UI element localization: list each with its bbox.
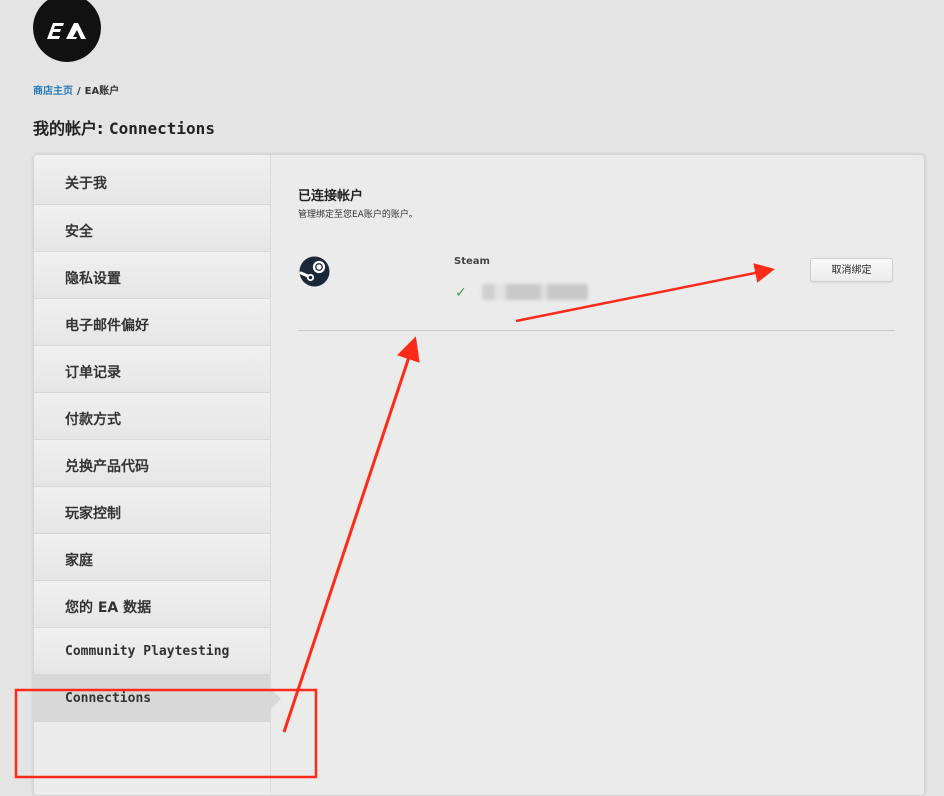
sidebar-item-about-me[interactable]: 关于我 — [34, 155, 270, 205]
unlink-steam-button[interactable]: 取消绑定 — [810, 258, 893, 282]
sidebar-item-player-controls[interactable]: 玩家控制 — [34, 487, 270, 534]
section-divider — [298, 330, 895, 331]
sidebar-item-your-ea-data[interactable]: 您的 EA 数据 — [34, 581, 270, 628]
page-title-section: Connections — [109, 119, 215, 138]
sidebar-item-label: 电子邮件偏好 — [65, 318, 149, 334]
breadcrumb-home-link[interactable]: 商店主页 — [33, 86, 73, 97]
sidebar-item-email-preferences[interactable]: 电子邮件偏好 — [34, 299, 270, 346]
page-title: 我的帐户: Connections — [33, 115, 215, 139]
sidebar-item-label: Connections — [65, 691, 151, 706]
sidebar-item-security[interactable]: 安全 — [34, 205, 270, 252]
sidebar-item-privacy[interactable]: 隐私设置 — [34, 252, 270, 299]
sidebar-item-redeem-code[interactable]: 兑换产品代码 — [34, 440, 270, 487]
sidebar-nav: 关于我 安全 隐私设置 电子邮件偏好 订单记录 付款方式 兑换产品代码 玩家控制… — [34, 155, 271, 795]
breadcrumb-current: EA账户 — [85, 86, 120, 97]
sidebar-item-label: 安全 — [65, 224, 93, 240]
sidebar-item-label: 玩家控制 — [65, 506, 121, 522]
ea-logo[interactable] — [33, 0, 101, 62]
sidebar-item-label: 付款方式 — [65, 412, 121, 428]
page-title-prefix: 我的帐户: — [33, 119, 103, 138]
breadcrumb: 商店主页 / EA账户 — [33, 82, 119, 97]
sidebar-item-label: 订单记录 — [65, 365, 121, 381]
account-panel: 关于我 安全 隐私设置 电子邮件偏好 订单记录 付款方式 兑换产品代码 玩家控制… — [33, 154, 925, 796]
section-subtitle: 管理绑定至您EA账户的账户。 — [298, 207, 418, 220]
steam-platform-label: Steam — [454, 256, 490, 267]
section-title: 已连接帐户 — [298, 185, 363, 204]
breadcrumb-separator: / — [77, 86, 81, 97]
sidebar-item-family[interactable]: 家庭 — [34, 534, 270, 581]
sidebar-item-label: 关于我 — [65, 176, 107, 192]
sidebar-item-label: 您的 EA 数据 — [65, 600, 151, 616]
sidebar-item-label: 隐私设置 — [65, 271, 121, 287]
redacted-account-name — [482, 284, 588, 300]
sidebar-item-label: Community Playtesting — [65, 644, 229, 659]
steam-icon — [299, 256, 330, 287]
check-icon: ✓ — [455, 285, 467, 301]
sidebar-item-connections[interactable]: Connections — [34, 675, 270, 722]
sidebar-item-payment-methods[interactable]: 付款方式 — [34, 393, 270, 440]
sidebar-item-community-playtesting[interactable]: Community Playtesting — [34, 628, 270, 675]
sidebar-item-label: 家庭 — [65, 553, 93, 569]
sidebar-item-order-history[interactable]: 订单记录 — [34, 346, 270, 393]
sidebar-item-label: 兑换产品代码 — [65, 459, 149, 475]
